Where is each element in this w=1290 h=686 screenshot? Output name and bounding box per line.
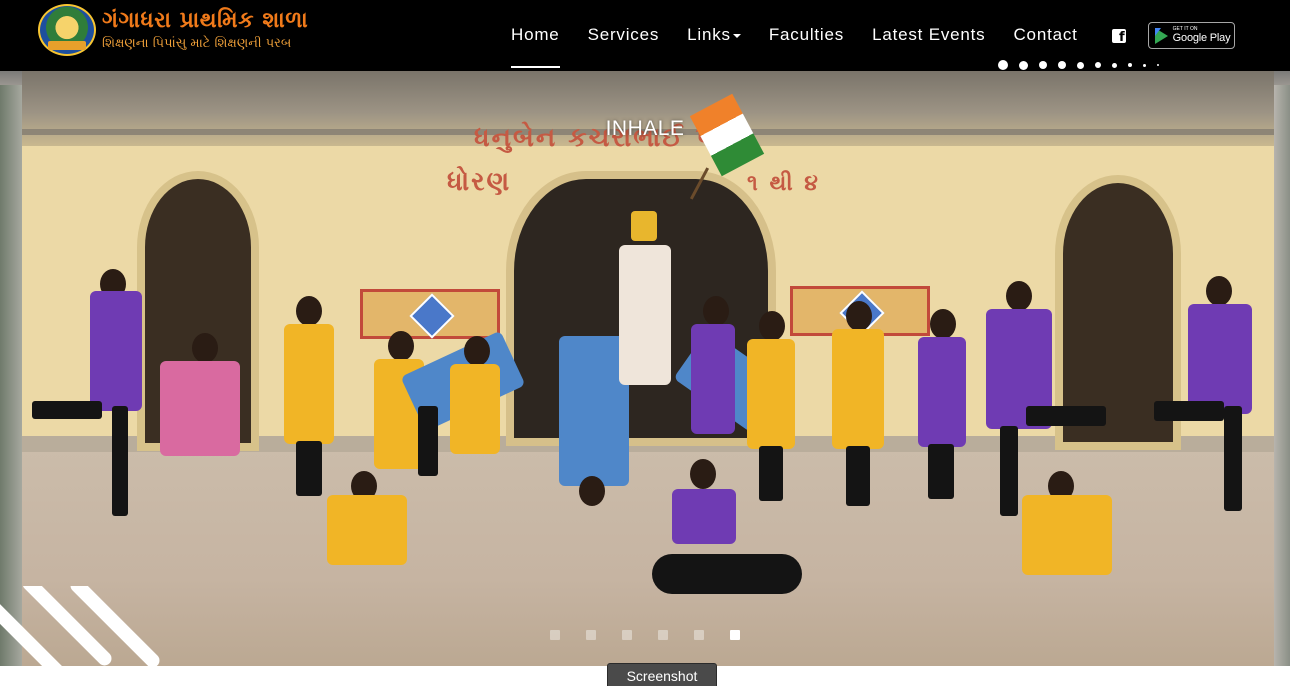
- caret-down-icon: [732, 33, 741, 38]
- nav-services[interactable]: Services: [588, 25, 660, 46]
- top-dot[interactable]: [1095, 62, 1101, 68]
- play-store-icon: [1154, 27, 1168, 44]
- wall-sign-standard: ધોરણ: [447, 167, 512, 197]
- slider-left-edge: [0, 85, 22, 666]
- nav-home[interactable]: Home: [511, 25, 560, 68]
- top-dot[interactable]: [1039, 61, 1047, 69]
- wall-tile-left: [360, 289, 500, 339]
- nav-faculties[interactable]: Faculties: [769, 25, 844, 46]
- logo-tagline: શિક્ષણના પિપાંસુ માટે શિક્ષણની પરબ: [102, 36, 292, 51]
- google-play-text: GET IT ON Google Play: [1173, 27, 1231, 44]
- school-logo[interactable]: ગંગાધરા પ્રાથમિક શાળા શિક્ષણના પિપાંસુ મ…: [38, 2, 318, 58]
- nav-links-label: Links: [687, 25, 731, 44]
- carousel-indicator-2[interactable]: [586, 630, 596, 640]
- nav-latest-events[interactable]: Latest Events: [872, 25, 985, 46]
- logo-title: ગંગાધરા પ્રાથમિક શાળા: [102, 8, 309, 33]
- carousel-indicator-4[interactable]: [658, 630, 668, 640]
- decorative-stripes: [0, 586, 160, 666]
- top-dot[interactable]: [1077, 61, 1084, 69]
- slide-photo-yoga-students: ધનુબેન કચરાભાઈ પટેલ ધોરણ ૧ થી ૪: [22, 71, 1274, 666]
- carousel-indicator-1[interactable]: [550, 630, 560, 640]
- top-dot[interactable]: [1112, 62, 1117, 68]
- top-carousel-dots: [998, 60, 1170, 70]
- screenshot-button[interactable]: Screenshot: [607, 663, 717, 686]
- logo-text: ગંગાધરા પ્રાથમિક શાળા શિક્ષણના પિપાંસુ મ…: [102, 8, 309, 51]
- carousel-indicators: [550, 630, 766, 640]
- top-dot[interactable]: [1058, 61, 1066, 69]
- google-play-badge[interactable]: GET IT ON Google Play: [1147, 22, 1235, 49]
- top-dot[interactable]: [1157, 64, 1159, 66]
- top-dot[interactable]: [1143, 63, 1146, 67]
- google-play-big-text: Google Play: [1172, 32, 1231, 44]
- wall-sign-grades: ૧ થી ૪: [747, 171, 820, 196]
- slide-caption: INHALE: [605, 117, 685, 140]
- carousel-indicator-3[interactable]: [622, 630, 632, 640]
- hero-slider[interactable]: ધનુબેન કચરાભાઈ પટેલ ધોરણ ૧ થી ૪ INHALE: [0, 71, 1290, 666]
- nav-contact[interactable]: Contact: [1013, 25, 1077, 46]
- slider-right-edge: [1274, 85, 1290, 666]
- top-dot[interactable]: [1128, 63, 1132, 67]
- carousel-indicator-6-active[interactable]: [730, 630, 740, 640]
- logo-emblem-icon: [38, 4, 96, 56]
- nav-links-dropdown[interactable]: Links: [687, 25, 741, 46]
- carousel-indicator-5[interactable]: [694, 630, 704, 640]
- top-dot[interactable]: [1019, 60, 1028, 70]
- top-dot[interactable]: [998, 60, 1008, 70]
- facebook-icon[interactable]: [1111, 28, 1126, 45]
